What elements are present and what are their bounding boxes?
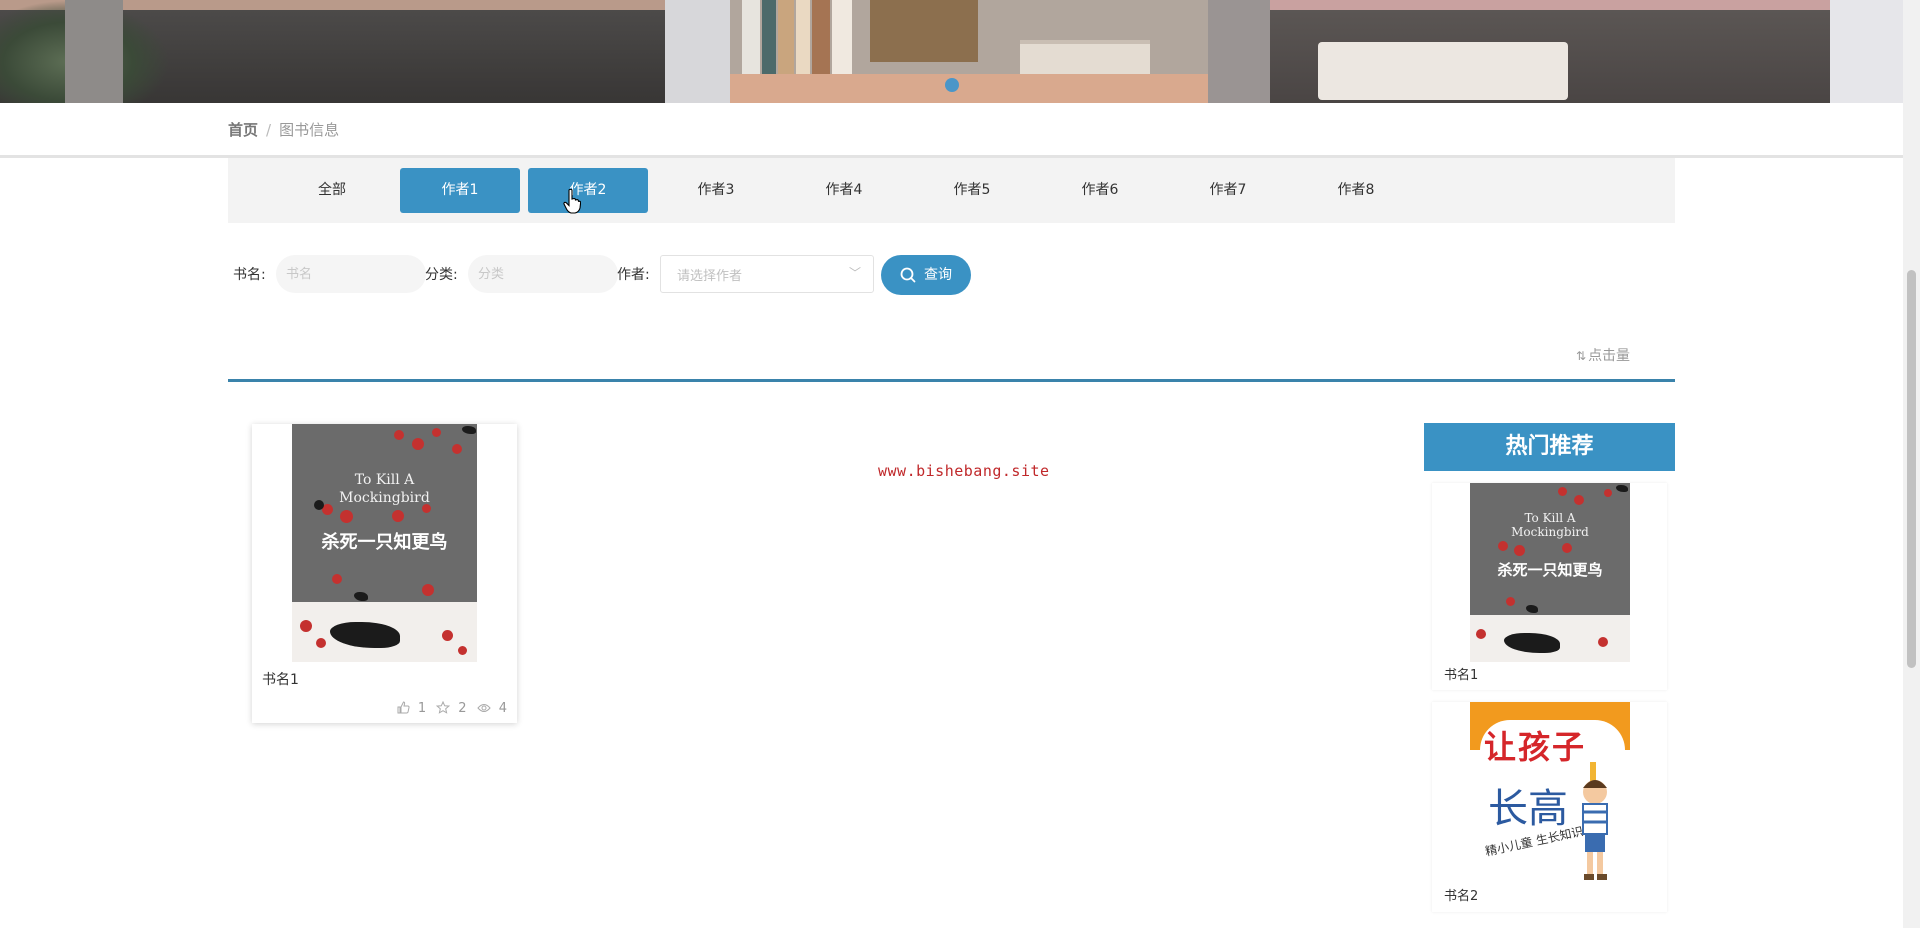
author-select[interactable]: 请选择作者 ﹀ (660, 255, 874, 293)
likes-stat: 1 (397, 701, 426, 717)
tab-author-7[interactable]: 作者7 (1168, 168, 1288, 213)
search-button-label: 查询 (924, 267, 952, 283)
list-divider (228, 379, 1675, 382)
tab-all[interactable]: 全部 (272, 168, 392, 213)
book-cover-image: To Kill A Mockingbird 杀死一只知更鸟 (292, 424, 477, 662)
tab-author-6[interactable]: 作者6 (1040, 168, 1160, 213)
search-button[interactable]: 查询 (881, 255, 971, 295)
banner-photo-books (730, 0, 1208, 103)
book-stats: 1 2 4 (391, 700, 507, 717)
sort-label: 点击量 (1588, 348, 1631, 364)
child-illustration (1582, 762, 1608, 880)
hot-cover-title-cn: 杀死一只知更鸟 (1497, 561, 1603, 579)
hot-cover-title-en-2: Mockingbird (1511, 525, 1589, 539)
author-tab-bar: 全部 作者1 作者2 作者3 作者4 作者5 作者6 作者7 作者8 (228, 158, 1675, 223)
views-stat: 4 (477, 701, 507, 717)
cover-title-en-1: To Kill A (354, 472, 415, 488)
tab-author-3[interactable]: 作者3 (656, 168, 776, 213)
sort-by-clicks[interactable]: ⇅ 点击量 (1576, 346, 1630, 366)
book-name-label: 书名: (233, 267, 266, 283)
star-icon (436, 700, 451, 714)
book-name-input[interactable] (276, 255, 426, 293)
hot-recommend-header: 热门推荐 (1424, 423, 1675, 471)
tab-author-2[interactable]: 作者2 (528, 168, 648, 213)
watermark-url: www.bishebang.site (878, 462, 1050, 480)
banner-wall (665, 0, 730, 103)
banner-photo-shelf-left (0, 0, 665, 103)
carousel-dot[interactable] (945, 78, 959, 92)
breadcrumb: 首页 / 图书信息 (228, 118, 339, 142)
book-card[interactable]: To Kill A Mockingbird 杀死一只知更鸟 书名1 1 2 4 (252, 424, 517, 723)
tab-author-4[interactable]: 作者4 (784, 168, 904, 213)
search-icon (900, 267, 916, 283)
scrollbar-thumb[interactable] (1907, 270, 1916, 668)
book-title: 书名1 (262, 672, 299, 688)
banner-divider (1208, 0, 1270, 103)
hot-cover-title-en-1: To Kill A (1524, 511, 1576, 525)
favorites-count: 2 (458, 701, 467, 716)
cover-title-cn: 杀死一只知更鸟 (321, 532, 448, 553)
eye-icon (477, 704, 491, 712)
sort-icon: ⇅ (1576, 349, 1587, 363)
category-label: 分类: (425, 267, 458, 283)
views-count: 4 (498, 701, 507, 716)
banner-post (65, 0, 123, 103)
hot-cover2-line2: 长高 (1488, 786, 1568, 832)
author-select-placeholder: 请选择作者 (677, 269, 743, 284)
author-label: 作者: (617, 267, 650, 283)
category-input[interactable] (468, 255, 618, 293)
hot-item-2[interactable]: 让孩子 长高 精小儿童 生长知识问答 书名2 (1432, 702, 1667, 912)
hot-item-cover: 让孩子 长高 精小儿童 生长知识问答 (1470, 702, 1630, 882)
tab-author-5[interactable]: 作者5 (912, 168, 1032, 213)
banner-papers (1318, 42, 1568, 100)
hot-item-title: 书名1 (1444, 668, 1479, 683)
tab-author-8[interactable]: 作者8 (1296, 168, 1416, 213)
thumbs-up-icon (397, 701, 410, 714)
banner-shelf (730, 74, 1208, 103)
banner-photo-shelf-right (1270, 0, 1830, 103)
likes-count: 1 (417, 701, 427, 716)
page-scrollbar[interactable] (1903, 0, 1920, 928)
banner-book-stack (1020, 40, 1150, 78)
breadcrumb-separator: / (266, 121, 272, 139)
favorites-stat: 2 (436, 700, 467, 717)
hot-item-1[interactable]: To Kill A Mockingbird 杀死一只知更鸟 书名1 (1432, 483, 1667, 690)
banner-basket (870, 0, 978, 62)
breadcrumb-home[interactable]: 首页 (228, 121, 258, 139)
hot-item-cover: To Kill A Mockingbird 杀死一只知更鸟 (1470, 483, 1630, 662)
hot-item-title: 书名2 (1444, 889, 1479, 904)
hero-banner[interactable] (0, 0, 1920, 103)
tab-author-1[interactable]: 作者1 (400, 168, 520, 213)
chevron-down-icon: ﹀ (848, 266, 861, 280)
breadcrumb-current: 图书信息 (279, 121, 340, 139)
